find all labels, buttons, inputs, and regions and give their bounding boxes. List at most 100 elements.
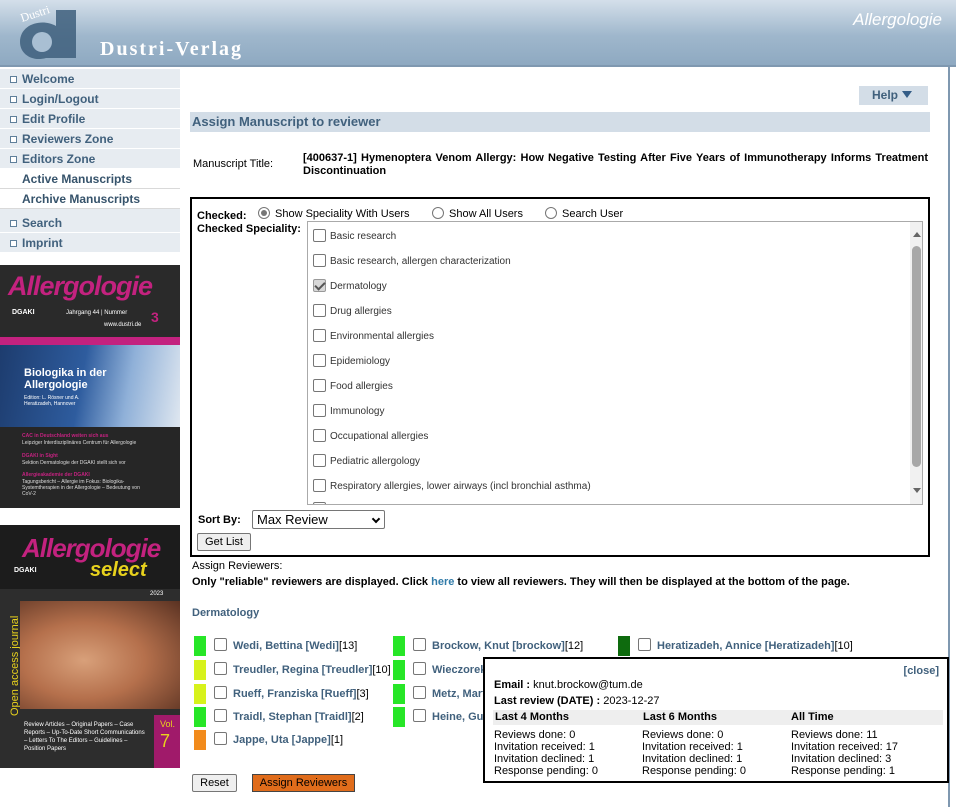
nav-label: Imprint — [22, 236, 63, 250]
checkbox-icon[interactable] — [313, 304, 326, 317]
nav-editors-zone[interactable]: Editors Zone — [0, 149, 180, 169]
reliability-indicator — [393, 636, 405, 656]
header-banner: Dustri Dustri-Verlag Allergologie — [0, 0, 956, 67]
close-popup-link[interactable]: [close] — [904, 665, 939, 677]
scrollbar-thumb[interactable] — [912, 246, 921, 467]
reliable-note-pre: Only "reliable" reviewers are displayed.… — [192, 576, 432, 588]
reviewer-name[interactable]: Jappe, Uta [Jappe] — [233, 734, 331, 746]
scroll-down-icon[interactable] — [913, 488, 921, 493]
checkbox-icon[interactable] — [313, 429, 326, 442]
speciality-item[interactable]: Food allergies — [313, 379, 393, 394]
nav-search[interactable]: Search — [0, 213, 180, 233]
speciality-item[interactable]: Occupational allergies — [313, 429, 428, 444]
nav-label: Active Manuscripts — [22, 172, 133, 186]
nav-edit-profile[interactable]: Edit Profile — [0, 109, 180, 129]
response-pending: Response pending: 1 — [791, 765, 895, 777]
nav-bullet-icon — [10, 116, 17, 123]
reviewer-name[interactable]: Rueff, Franziska [Rueff] — [233, 688, 356, 700]
reviewer-name[interactable]: Wieczorek — [432, 664, 486, 676]
invitation-received: Invitation received: 17 — [791, 741, 899, 753]
nav-label: Reviewers Zone — [22, 132, 114, 146]
checkbox-checked-icon[interactable] — [313, 279, 326, 292]
journal-cover-allergologie-select[interactable]: Allergologie select DGAKI 2023 Open acce… — [0, 525, 180, 768]
sort-by-select[interactable]: Max Review — [252, 510, 385, 529]
speciality-item[interactable]: Immunology — [313, 404, 384, 419]
radio-show-all-users[interactable]: Show All Users — [432, 207, 523, 221]
reliability-indicator — [194, 730, 206, 750]
view-all-reviewers-link[interactable]: here — [431, 576, 454, 588]
checkbox-icon[interactable] — [313, 254, 326, 267]
nav-active-manuscripts[interactable]: Active Manuscripts — [0, 169, 180, 189]
checkbox-icon[interactable] — [313, 479, 326, 492]
checkbox-icon[interactable] — [638, 638, 651, 651]
speciality-item[interactable]: Respiratory allergies, lower airways (in… — [313, 479, 591, 494]
invitation-received: Invitation received: 1 — [494, 741, 595, 753]
reviewer-name[interactable]: Heine, Gu — [432, 711, 483, 723]
checkbox-icon[interactable] — [313, 329, 326, 342]
help-button[interactable]: Help — [859, 86, 928, 105]
speciality-label: Occupational allergies — [330, 431, 429, 442]
checkbox-icon[interactable] — [214, 686, 227, 699]
reliability-indicator — [618, 636, 630, 656]
checkbox-icon[interactable] — [413, 709, 426, 722]
nav-bullet-icon — [10, 156, 17, 163]
checkbox-icon[interactable] — [214, 709, 227, 722]
nav-welcome[interactable]: Welcome — [0, 69, 180, 89]
speciality-item[interactable]: Drug allergies — [313, 304, 392, 319]
nav-label: Edit Profile — [22, 112, 86, 126]
checkbox-icon[interactable] — [313, 354, 326, 367]
checkbox-icon[interactable] — [413, 638, 426, 651]
journal-name: Allergologie — [853, 10, 942, 29]
checkbox-icon[interactable] — [313, 454, 326, 467]
speciality-item-partial — [313, 502, 330, 504]
speciality-scrollbar[interactable] — [910, 222, 922, 504]
reviews-done: Reviews done: 0 — [494, 729, 576, 741]
speciality-item[interactable]: Epidemiology — [313, 354, 390, 369]
stats-column-all-time: Reviews done: 11 Invitation received: 17… — [791, 729, 898, 777]
speciality-item[interactable]: Basic research — [313, 229, 396, 244]
speciality-item[interactable]: Pediatric allergology — [313, 454, 420, 469]
reliability-indicator — [393, 707, 405, 727]
speciality-item[interactable]: Basic research, allergen characterizatio… — [313, 254, 511, 269]
nav-imprint[interactable]: Imprint — [0, 233, 180, 253]
reviewer-name[interactable]: Wedi, Bettina [Wedi] — [233, 640, 339, 652]
reviewer-name[interactable]: Traidl, Stephan [Traidl] — [233, 711, 352, 723]
checkbox-icon[interactable] — [214, 732, 227, 745]
checkbox-icon[interactable] — [313, 229, 326, 242]
reviewer-name[interactable]: Metz, Mart — [432, 688, 486, 700]
reliable-note-post: to view all reviewers. They will then be… — [454, 576, 850, 588]
checkbox-icon[interactable] — [214, 662, 227, 675]
journal-cover-allergologie[interactable]: Allergologie DGAKI Jahrgang 44 | Nummer … — [0, 265, 180, 508]
reviewer-name[interactable]: Heratizadeh, Annice [Heratizadeh] — [657, 640, 834, 652]
reviewer-name[interactable]: Brockow, Knut [brockow] — [432, 640, 565, 652]
reviewer-count: [2] — [351, 711, 364, 723]
scroll-up-icon[interactable] — [913, 232, 921, 237]
checkbox-icon[interactable] — [413, 662, 426, 675]
nav-login-logout[interactable]: Login/Logout — [0, 89, 180, 109]
manuscript-title-label: Manuscript Title: — [193, 158, 274, 170]
radio-search-user[interactable]: Search User — [545, 207, 623, 221]
speciality-label: Basic research, allergen characterizatio… — [330, 256, 511, 267]
reset-button[interactable]: Reset — [192, 774, 237, 792]
stats-col-title: All Time — [791, 711, 834, 723]
radio-show-speciality[interactable]: Show Speciality With Users — [258, 207, 410, 221]
assign-reviewers-button[interactable]: Assign Reviewers — [252, 774, 355, 792]
cover-bullet-4: Sektion Dermatologie der DGAKI stellt si… — [22, 460, 126, 466]
checkbox-icon[interactable] — [313, 404, 326, 417]
cover-site: www.dustri.de — [104, 322, 142, 328]
get-list-button[interactable]: Get List — [197, 533, 251, 551]
checked-label: Checked: — [197, 210, 247, 222]
nav-bullet-icon — [10, 136, 17, 143]
speciality-list[interactable]: Basic research Basic research, allergen … — [307, 221, 923, 505]
nav-archive-manuscripts[interactable]: Archive Manuscripts — [0, 189, 180, 209]
chevron-down-icon — [902, 91, 912, 98]
cover2-subtitle: select — [90, 559, 147, 581]
assign-reviewers-label: Assign Reviewers: — [192, 560, 283, 572]
checkbox-icon[interactable] — [413, 686, 426, 699]
speciality-item[interactable]: Dermatology — [313, 279, 387, 294]
nav-reviewers-zone[interactable]: Reviewers Zone — [0, 129, 180, 149]
speciality-item[interactable]: Environmental allergies — [313, 329, 434, 344]
reviewer-name[interactable]: Treudler, Regina [Treudler] — [233, 664, 372, 676]
checkbox-icon[interactable] — [214, 638, 227, 651]
checkbox-icon[interactable] — [313, 379, 326, 392]
